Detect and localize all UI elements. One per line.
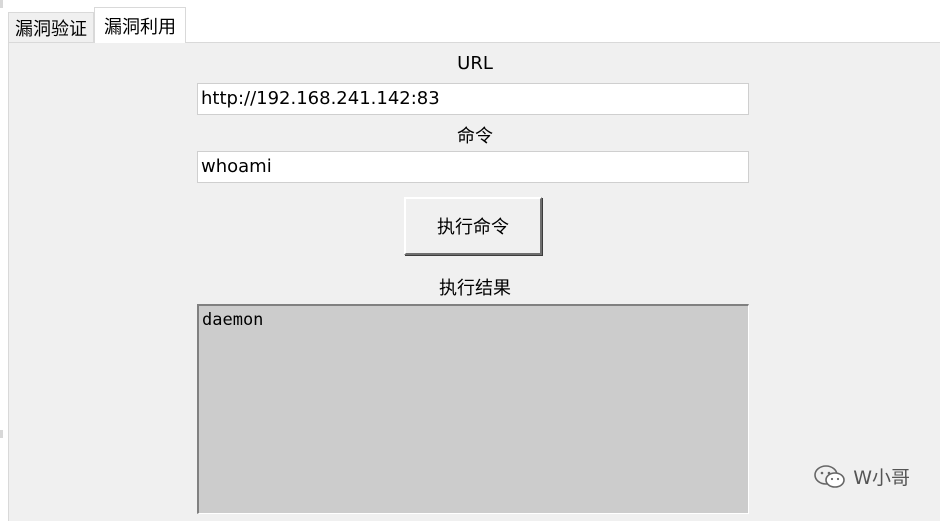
result-label: 执行结果: [439, 278, 511, 299]
url-input[interactable]: http://192.168.241.142:83: [197, 83, 749, 115]
url-label: URL: [457, 53, 493, 74]
command-label: 命令: [457, 126, 493, 147]
edge-mark: [0, 430, 3, 438]
result-output[interactable]: daemon: [197, 304, 749, 514]
tab-panel: URL http://192.168.241.142:83 命令 whoami …: [8, 42, 940, 521]
edge-mark: [0, 0, 3, 8]
tab-vuln-verify[interactable]: 漏洞验证: [8, 12, 94, 42]
wechat-icon: [813, 464, 847, 490]
watermark: W小哥: [813, 463, 910, 490]
execute-command-button[interactable]: 执行命令: [404, 197, 542, 255]
watermark-text: W小哥: [853, 467, 910, 489]
command-input[interactable]: whoami: [197, 151, 749, 183]
tab-vuln-exploit[interactable]: 漏洞利用: [94, 7, 186, 43]
app-window: 漏洞验证 漏洞利用 URL http://192.168.241.142:83 …: [0, 0, 940, 521]
